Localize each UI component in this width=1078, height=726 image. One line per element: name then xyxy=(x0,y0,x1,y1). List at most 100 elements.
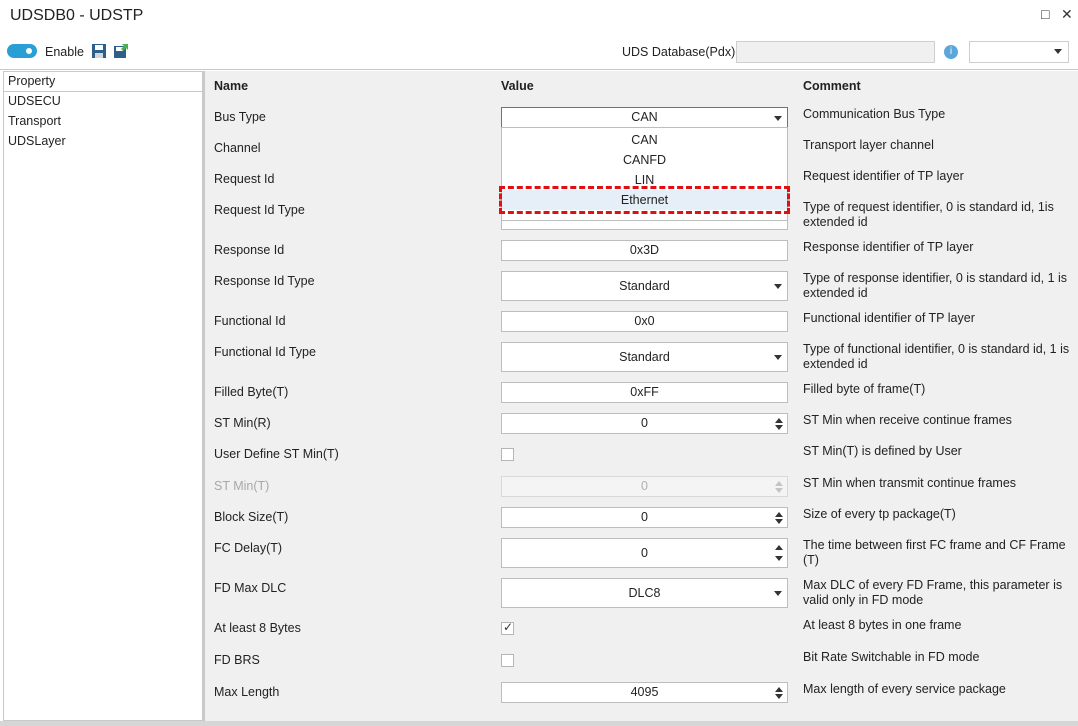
row-comment-functional-id-type: Type of functional identifier, 0 is stan… xyxy=(803,342,1070,371)
row-name-channel: Channel xyxy=(214,141,261,155)
row-comment-max-length: Max length of every service package xyxy=(803,682,1006,696)
dropdown-option-canfd[interactable]: CANFD xyxy=(502,150,787,170)
chevron-down-icon xyxy=(774,284,782,289)
spin-up-icon[interactable] xyxy=(775,687,783,692)
row-comment-response-id: Response identifier of TP layer xyxy=(803,240,974,254)
response-id-field[interactable]: 0x3D xyxy=(501,240,788,261)
database-label: UDS Database(Pdx): xyxy=(622,45,739,59)
row-comment-block-size: Size of every tp package(T) xyxy=(803,507,956,521)
filled-byte-value: 0xFF xyxy=(630,385,659,399)
row-name-fd-max-dlc: FD Max DLC xyxy=(214,581,287,595)
property-grid: Name Value Comment Bus Type CAN Communic… xyxy=(205,71,1078,721)
response-id-type-select[interactable]: Standard xyxy=(501,271,788,301)
row-name-st-min-t: ST Min(T) xyxy=(214,479,270,493)
tree-item-transport[interactable]: Transport xyxy=(4,112,202,132)
bus-type-value: CAN xyxy=(631,110,658,124)
row-comment-response-id-type: Type of response identifier, 0 is standa… xyxy=(803,271,1068,300)
tree-item-udsecu[interactable]: UDSECU xyxy=(4,92,202,112)
info-icon[interactable]: i xyxy=(944,45,958,59)
column-header-name: Name xyxy=(214,79,249,93)
row-name-fd-brs: FD BRS xyxy=(214,653,260,667)
row-name-response-id-type: Response Id Type xyxy=(214,274,315,288)
st-min-r-spinner[interactable]: 0 xyxy=(501,413,788,434)
row-name-user-define-st-min: User Define ST Min(T) xyxy=(214,447,339,461)
functional-id-field[interactable]: 0x0 xyxy=(501,311,788,332)
user-define-st-min-checkbox[interactable] xyxy=(501,448,514,461)
st-min-t-spinner: 0 xyxy=(501,476,788,497)
row-name-max-length: Max Length xyxy=(214,685,280,699)
tree-item-udslayer[interactable]: UDSLayer xyxy=(4,132,202,152)
row-name-fc-delay: FC Delay(T) xyxy=(214,541,283,555)
filled-byte-field[interactable]: 0xFF xyxy=(501,382,788,403)
title-bar: UDSDB0 - UDSTP □ ✕ xyxy=(0,0,1078,34)
functional-id-type-select[interactable]: Standard xyxy=(501,342,788,372)
property-tree: Property UDSECU Transport UDSLayer xyxy=(3,71,203,721)
database-select[interactable] xyxy=(969,41,1069,63)
chevron-down-icon xyxy=(1054,49,1062,54)
spin-up-icon xyxy=(775,481,783,486)
enable-toggle[interactable] xyxy=(7,44,37,58)
row-name-response-id: Response Id xyxy=(214,243,285,257)
row-name-block-size: Block Size(T) xyxy=(214,510,289,524)
spin-down-icon[interactable] xyxy=(775,556,783,561)
checkmark-icon: ✓ xyxy=(503,620,514,634)
tree-header: Property xyxy=(4,72,202,92)
row-comment-st-min-r: ST Min when receive continue frames xyxy=(803,413,1012,427)
row-comment-at-least-8-bytes: At least 8 bytes in one frame xyxy=(803,618,962,632)
database-path-field[interactable] xyxy=(736,41,935,63)
column-header-comment: Comment xyxy=(803,79,861,93)
close-button[interactable]: ✕ xyxy=(1061,6,1073,23)
row-comment-bus-type: Communication Bus Type xyxy=(803,107,946,121)
row-name-functional-id-type: Functional Id Type xyxy=(214,345,316,359)
spin-down-icon[interactable] xyxy=(775,519,783,524)
fd-max-dlc-select[interactable]: DLC8 xyxy=(501,578,788,608)
functional-id-value: 0x0 xyxy=(634,314,655,328)
max-length-spinner[interactable]: 4095 xyxy=(501,682,788,703)
row-comment-fd-brs: Bit Rate Switchable in FD mode xyxy=(803,650,980,664)
max-length-value: 4095 xyxy=(630,685,659,699)
fd-max-dlc-value: DLC8 xyxy=(628,586,661,600)
spin-up-icon[interactable] xyxy=(775,418,783,423)
response-id-type-value: Standard xyxy=(619,279,670,293)
maximize-button[interactable]: □ xyxy=(1041,6,1049,22)
chevron-down-icon xyxy=(774,591,782,596)
row-comment-channel: Transport layer channel xyxy=(803,138,934,152)
row-name-filled-byte: Filled Byte(T) xyxy=(214,385,289,399)
status-bar xyxy=(0,721,1078,726)
dropdown-option-can[interactable]: CAN xyxy=(502,130,787,150)
save-icon[interactable] xyxy=(91,43,107,59)
row-name-request-id: Request Id xyxy=(214,172,275,186)
st-min-t-value: 0 xyxy=(641,479,648,493)
row-comment-request-id: Request identifier of TP layer xyxy=(803,169,964,183)
bus-type-select[interactable]: CAN xyxy=(501,107,788,128)
row-comment-fc-delay: The time between first FC frame and CF F… xyxy=(803,538,1066,567)
row-name-functional-id: Functional Id xyxy=(214,314,286,328)
block-size-value: 0 xyxy=(641,510,648,524)
row-comment-functional-id: Functional identifier of TP layer xyxy=(803,311,975,325)
window-title: UDSDB0 - UDSTP xyxy=(10,7,144,24)
column-header-value: Value xyxy=(501,79,534,93)
block-size-spinner[interactable]: 0 xyxy=(501,507,788,528)
fd-brs-checkbox[interactable] xyxy=(501,654,514,667)
row-comment-st-min-t: ST Min when transmit continue frames xyxy=(803,476,1017,490)
save-as-icon[interactable] xyxy=(113,43,129,59)
enable-label: Enable xyxy=(45,45,84,59)
spin-up-icon[interactable] xyxy=(775,512,783,517)
spin-down-icon[interactable] xyxy=(775,425,783,430)
row-comment-filled-byte: Filled byte of frame(T) xyxy=(803,382,926,396)
spin-down-icon[interactable] xyxy=(775,694,783,699)
spin-up-icon[interactable] xyxy=(775,545,783,550)
functional-id-type-value: Standard xyxy=(619,350,670,364)
row-name-at-least-8-bytes: At least 8 Bytes xyxy=(214,621,301,635)
chevron-down-icon xyxy=(774,355,782,360)
highlight-annotation-box xyxy=(499,186,790,214)
row-comment-request-id-type: Type of request identifier, 0 is standar… xyxy=(803,200,1054,229)
at-least-8-bytes-checkbox[interactable]: ✓ xyxy=(501,620,514,635)
response-id-value: 0x3D xyxy=(629,243,660,257)
fc-delay-spinner[interactable]: 0 xyxy=(501,538,788,568)
row-comment-user-define-st-min: ST Min(T) is defined by User xyxy=(803,444,962,458)
fc-delay-value: 0 xyxy=(641,546,648,560)
toggle-knob xyxy=(23,45,35,57)
toolbar: Enable UDS Database(Pdx): i xyxy=(0,34,1078,70)
spin-down-icon xyxy=(775,488,783,493)
